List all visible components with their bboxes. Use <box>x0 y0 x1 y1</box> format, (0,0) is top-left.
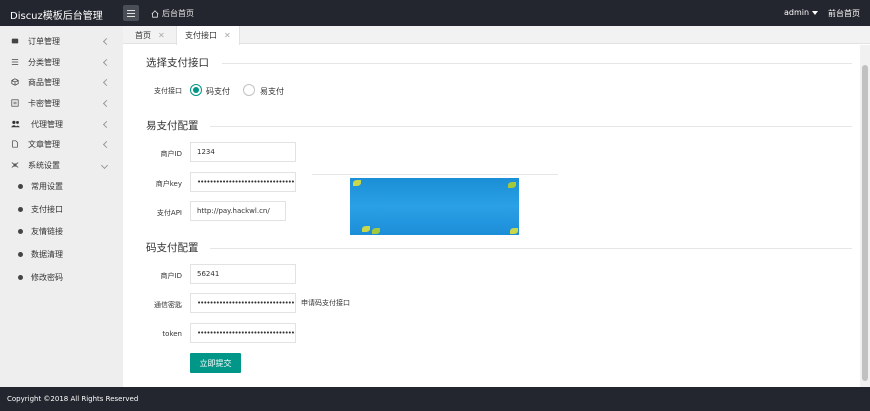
leaf-icon <box>508 182 516 188</box>
radio-codepay-label: 码支付 <box>206 87 230 96</box>
sidebar-item-articles[interactable]: 文章管理 <box>0 134 123 154</box>
payment-interface-label: 支付接口 <box>154 87 182 95</box>
chevron-left-icon <box>102 120 111 128</box>
user-menu[interactable]: admin <box>784 8 819 17</box>
epay-merchant-key-input[interactable]: •••••••••••••••••••••••••••••••• <box>190 172 296 192</box>
sidebar-subitem-common-settings[interactable]: 常用设置 <box>0 175 123 197</box>
section-title-codepay: 码支付配置 <box>146 242 199 254</box>
monitor-icon <box>11 38 19 44</box>
section-title-select-payment: 选择支付接口 <box>146 57 209 69</box>
sidebar: 订单管理 分类管理 商品管理 卡密管理 代理管理 文章管理 系统设置 常用设置 … <box>0 26 123 387</box>
menu-toggle-button[interactable] <box>123 5 139 21</box>
sidebar-item-label: 分类管理 <box>28 57 60 67</box>
codepay-secret-label: 通信密匙 <box>154 301 182 309</box>
bullet-icon <box>18 274 23 280</box>
chevron-left-icon <box>102 99 111 107</box>
sidebar-item-label: 文章管理 <box>28 139 60 149</box>
chevron-left-icon <box>102 78 111 86</box>
top-header: Discuz模板后台管理 后台首页 admin 前台首页 <box>0 0 870 26</box>
sidebar-item-label: 订单管理 <box>28 36 60 46</box>
page-footer: Copyright ©2018 All Rights Reserved <box>0 387 870 411</box>
codepay-merchant-id-input[interactable]: 56241 <box>190 264 296 284</box>
tab-label: 首页 <box>135 30 151 40</box>
sidebar-subitem-label: 修改密码 <box>31 272 63 282</box>
radio-epay-label: 易支付 <box>260 87 284 96</box>
section-divider <box>210 248 852 249</box>
sidebar-subitem-data-cleanup[interactable]: 数据清理 <box>0 243 123 265</box>
leaf-icon <box>372 228 380 234</box>
sidebar-subitem-label: 支付接口 <box>31 204 63 214</box>
list-icon <box>11 59 19 65</box>
tab-bar: 首页 ✕ 支付接口 ✕ <box>123 26 870 45</box>
chevron-left-icon <box>102 140 111 148</box>
sidebar-item-label: 系统设置 <box>28 160 60 170</box>
close-icon[interactable]: ✕ <box>224 31 231 40</box>
sidebar-subitem-label: 常用设置 <box>31 181 63 191</box>
radio-epay[interactable] <box>243 84 255 96</box>
bullet-icon <box>18 206 23 212</box>
sidebar-item-label: 商品管理 <box>28 77 60 87</box>
caret-down-icon <box>812 10 819 15</box>
banner-image <box>350 178 519 235</box>
vertical-scrollbar[interactable] <box>860 45 870 387</box>
sidebar-subitem-label: 友情链接 <box>31 226 63 236</box>
close-icon[interactable]: ✕ <box>158 31 165 40</box>
backend-home-label: 后台首页 <box>162 9 194 18</box>
document-icon <box>12 140 18 148</box>
tab-label: 支付接口 <box>185 31 217 40</box>
codepay-merchant-id-label: 商户ID <box>160 272 182 280</box>
apply-codepay-link[interactable]: 申请码支付接口 <box>301 298 350 308</box>
scrollbar-thumb[interactable] <box>862 65 868 381</box>
sidebar-item-settings[interactable]: 系统设置 <box>0 155 123 175</box>
bullet-icon <box>18 183 23 189</box>
submit-button[interactable]: 立即提交 <box>190 353 241 373</box>
section-title-epay: 易支付配置 <box>146 120 199 132</box>
epay-merchant-key-label: 商户key <box>155 180 182 188</box>
codepay-token-input[interactable]: •••••••••••••••••••••••••••••••• <box>190 323 296 343</box>
epay-merchant-id-label: 商户ID <box>160 150 182 158</box>
sidebar-item-label: 代理管理 <box>31 119 63 129</box>
chevron-left-icon <box>102 58 111 66</box>
sidebar-item-agents[interactable]: 代理管理 <box>0 114 123 134</box>
section-divider <box>222 63 852 64</box>
settings-icon <box>11 162 19 168</box>
sidebar-item-products[interactable]: 商品管理 <box>0 72 123 92</box>
chevron-down-icon <box>100 161 109 169</box>
bullet-icon <box>18 251 23 257</box>
epay-merchant-id-input[interactable]: 1234 <box>190 142 296 162</box>
leaf-icon <box>362 226 370 232</box>
epay-api-input[interactable]: http://pay.hackwl.cn/ <box>190 201 286 221</box>
sidebar-item-label: 卡密管理 <box>28 98 60 108</box>
leaf-icon <box>353 180 361 186</box>
sidebar-subitem-change-password[interactable]: 修改密码 <box>0 266 123 288</box>
sidebar-subitem-links[interactable]: 友情链接 <box>0 220 123 242</box>
app-logo: Discuz模板后台管理 <box>10 11 103 22</box>
sidebar-item-orders[interactable]: 订单管理 <box>0 31 123 51</box>
bullet-icon <box>18 228 23 234</box>
home-icon <box>151 9 159 18</box>
leaf-icon <box>510 228 518 234</box>
epay-api-label: 支付API <box>156 209 182 217</box>
backend-home-link[interactable]: 后台首页 <box>151 8 194 19</box>
users-icon <box>11 120 20 128</box>
sidebar-item-categories[interactable]: 分类管理 <box>0 52 123 72</box>
user-name: admin <box>784 8 810 17</box>
tab-payment[interactable]: 支付接口 ✕ <box>176 26 240 45</box>
box-icon <box>11 78 19 86</box>
codepay-token-label: token <box>162 330 182 338</box>
card-icon <box>11 99 19 107</box>
copyright-text: Copyright ©2018 All Rights Reserved <box>7 395 139 403</box>
sidebar-subitem-label: 数据清理 <box>31 249 63 259</box>
section-divider <box>312 174 558 175</box>
radio-codepay[interactable] <box>190 84 202 96</box>
tab-home[interactable]: 首页 ✕ <box>135 26 165 44</box>
sidebar-subitem-payment[interactable]: 支付接口 <box>0 198 123 220</box>
chevron-left-icon <box>102 37 111 45</box>
section-divider <box>210 126 852 127</box>
codepay-secret-input[interactable]: •••••••••••••••••••••••••••••••• <box>190 293 296 313</box>
sidebar-item-cards[interactable]: 卡密管理 <box>0 93 123 113</box>
frontend-home-link[interactable]: 前台首页 <box>828 8 860 19</box>
